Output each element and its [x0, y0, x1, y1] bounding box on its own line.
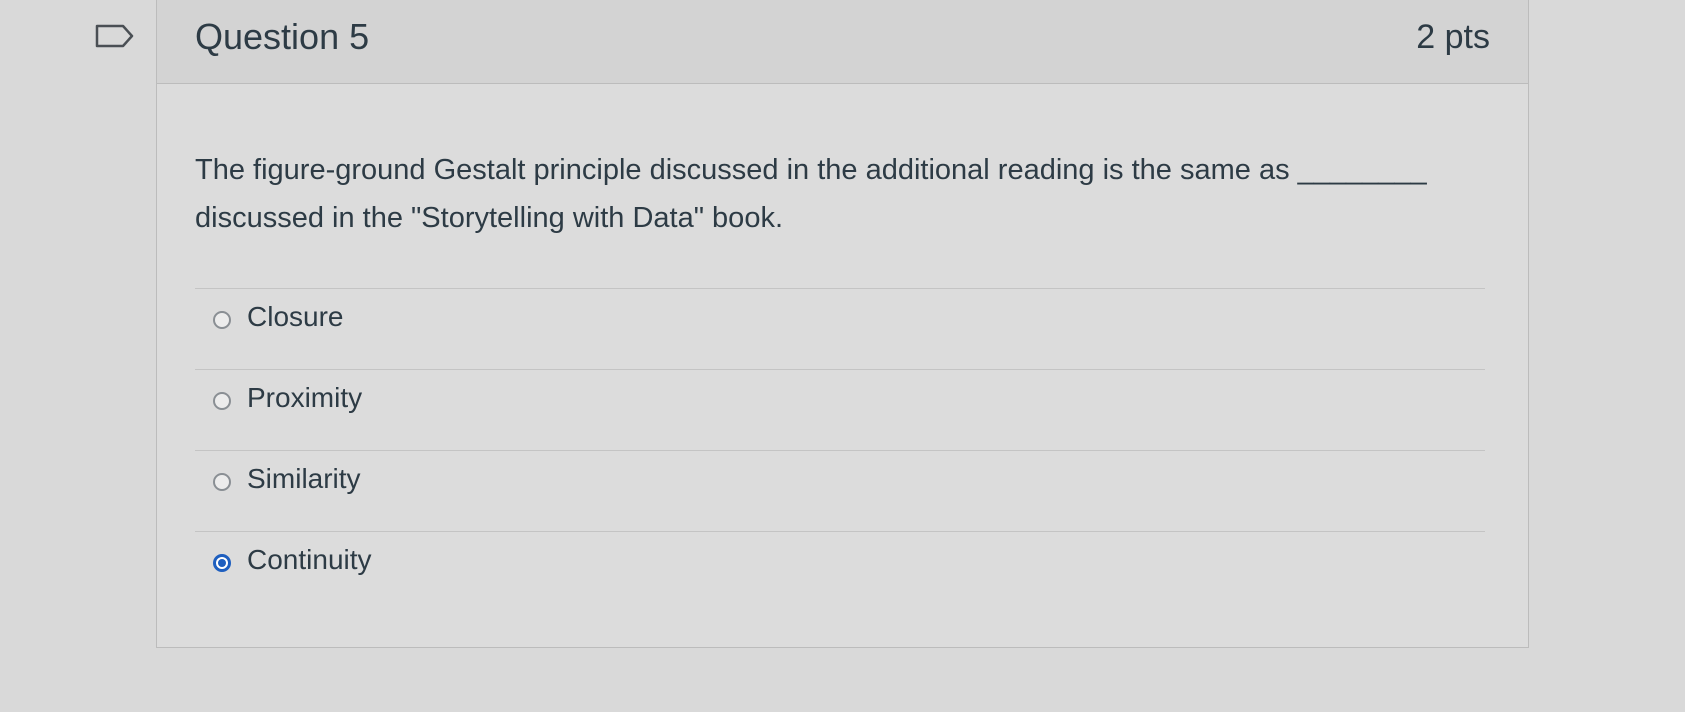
radio-button-selected[interactable] — [213, 554, 231, 572]
answer-option-proximity[interactable]: Proximity — [195, 369, 1485, 450]
radio-button[interactable] — [213, 311, 231, 329]
radio-button[interactable] — [213, 473, 231, 491]
answer-list: Closure Proximity Similarity Continuity — [195, 288, 1485, 612]
question-header: Question 5 2 pts — [157, 0, 1528, 84]
answer-label: Similarity — [247, 463, 361, 494]
answer-label: Continuity — [247, 544, 372, 575]
answer-option-continuity[interactable]: Continuity — [195, 531, 1485, 612]
answer-option-closure[interactable]: Closure — [195, 288, 1485, 369]
question-card: Question 5 2 pts The figure-ground Gesta… — [156, 0, 1529, 648]
question-title: Question 5 — [195, 16, 370, 57]
answer-label: Proximity — [247, 382, 363, 413]
question-points: 2 pts — [1416, 18, 1490, 56]
answer-option-similarity[interactable]: Similarity — [195, 450, 1485, 531]
answer-label: Closure — [247, 301, 344, 332]
flag-question-icon[interactable] — [95, 24, 135, 48]
radio-button[interactable] — [213, 392, 231, 410]
question-text: The figure-ground Gestalt principle disc… — [195, 154, 1427, 234]
